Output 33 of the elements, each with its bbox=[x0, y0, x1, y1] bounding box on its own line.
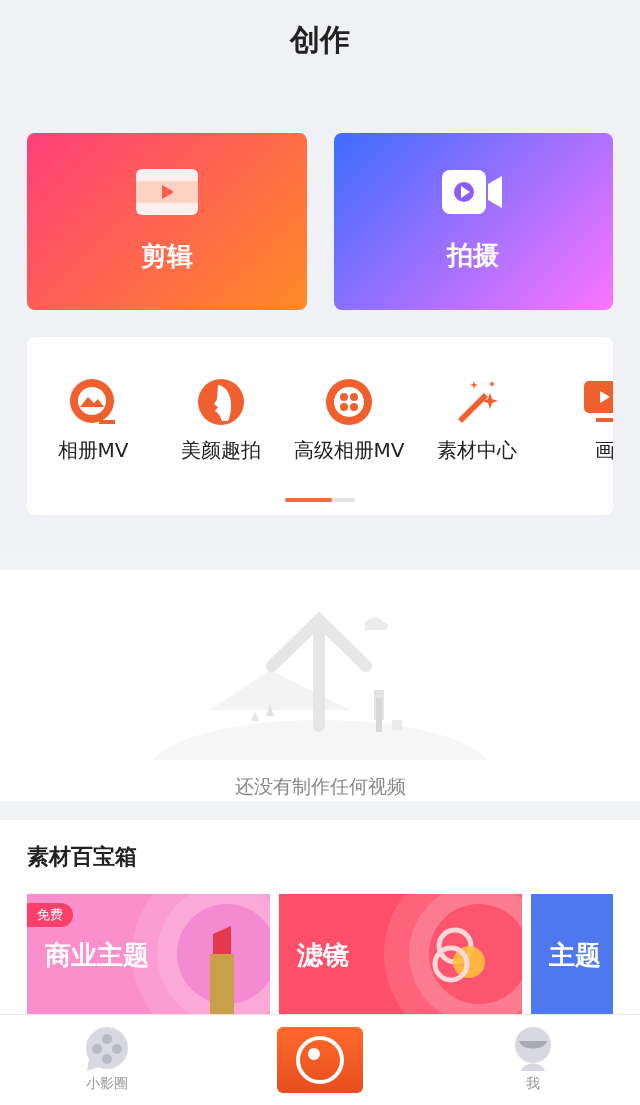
page-title: 创作 bbox=[288, 21, 351, 59]
tab-label: 我 bbox=[526, 1075, 541, 1093]
face-profile-icon bbox=[198, 379, 244, 425]
tab-item[interactable]: 小影圈 bbox=[0, 1015, 214, 1105]
card-title: 主题 bbox=[549, 939, 601, 972]
empty-message: 还没有制作任何视频 bbox=[234, 774, 406, 799]
material-card[interactable]: 免费 商业主题 bbox=[27, 894, 270, 1014]
tool-label[interactable]: 素材中心 bbox=[437, 437, 517, 464]
tool-label[interactable]: 相册MV bbox=[57, 437, 129, 464]
lipstick-icon bbox=[207, 924, 237, 1014]
tab-item[interactable]: 我 bbox=[426, 1015, 640, 1105]
card-label: 剪辑 bbox=[140, 240, 193, 273]
card-label: 拍摄 bbox=[447, 239, 500, 272]
camera-button[interactable] bbox=[277, 1027, 363, 1093]
film-icon bbox=[135, 169, 198, 215]
card-title: 滤镜 bbox=[297, 939, 349, 972]
photo-reel-icon bbox=[69, 379, 117, 425]
tool-label[interactable]: 高级相册MV bbox=[293, 437, 405, 464]
scroll-indicator bbox=[285, 498, 355, 502]
edit-card[interactable]: 剪辑 bbox=[27, 133, 307, 310]
user-icon bbox=[513, 1027, 554, 1071]
material-card[interactable]: 主题 bbox=[531, 894, 613, 1014]
film-reel-icon bbox=[326, 379, 372, 425]
free-badge: 免费 bbox=[27, 903, 73, 927]
section-title: 素材百宝箱 bbox=[27, 843, 138, 871]
shoot-card[interactable]: 拍摄 bbox=[333, 133, 613, 310]
camera-lens-icon bbox=[294, 1034, 346, 1086]
material-card[interactable]: 滤镜 bbox=[279, 894, 522, 1014]
film-bubble-icon bbox=[84, 1027, 129, 1071]
card-title: 商业主题 bbox=[45, 939, 149, 972]
tab-label: 小影圈 bbox=[85, 1075, 128, 1093]
tool-label[interactable]: 美颜趣拍 bbox=[181, 437, 261, 464]
video-camera-icon bbox=[442, 170, 505, 214]
